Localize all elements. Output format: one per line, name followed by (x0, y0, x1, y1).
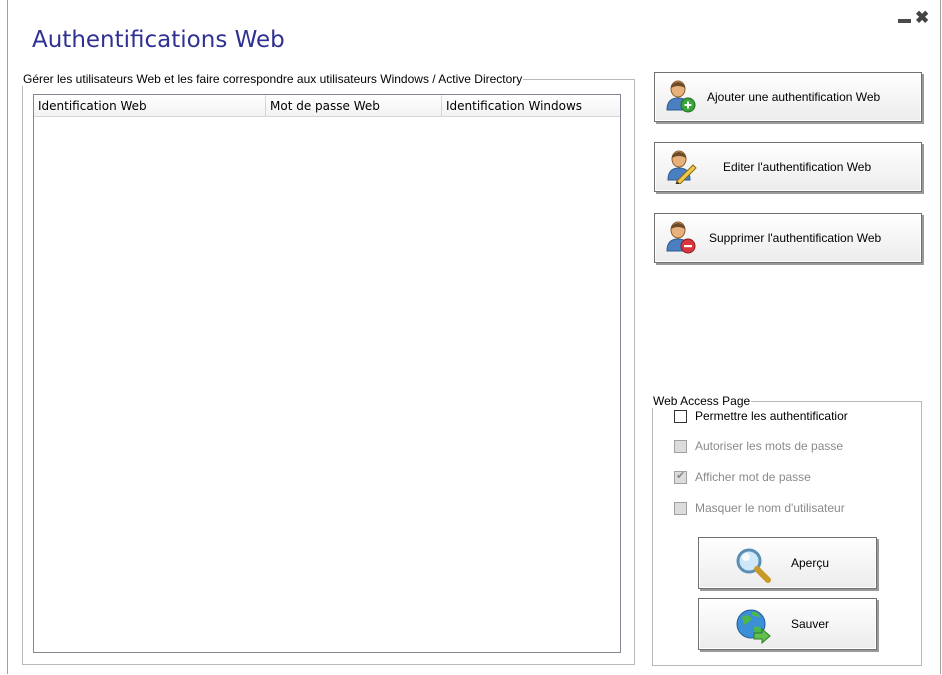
web-access-legend: Web Access Page (653, 394, 751, 408)
user-delete-icon (666, 221, 696, 254)
preview-button[interactable]: Aperçu (698, 537, 877, 589)
edit-authentication-label: Editer l'authentification Web (723, 160, 872, 174)
save-button[interactable]: Sauver (698, 598, 877, 650)
globe-arrow-icon (736, 609, 771, 645)
checkmark-icon: ✔ (676, 469, 686, 482)
checkbox-box[interactable]: ✔ (674, 469, 687, 484)
delete-authentication-button[interactable]: Supprimer l'authentification Web (654, 213, 922, 263)
allow-passwords-checkbox[interactable]: Autoriser les mots de passe (674, 439, 843, 453)
allow-passwords-label: Autoriser les mots de passe (695, 439, 844, 453)
allow-authentications-checkbox[interactable]: Permettre les authentificatior (674, 409, 848, 423)
users-group-legend: Gérer les utilisateurs Web et les faire … (23, 72, 523, 86)
user-add-icon (666, 80, 696, 113)
magnifier-icon (736, 548, 771, 583)
hide-username-label: Masquer le nom d'utilisateur (695, 501, 845, 515)
delete-authentication-label: Supprimer l'authentification Web (709, 231, 882, 245)
column-header-windows-id[interactable]: Identification Windows (442, 95, 620, 116)
edit-authentication-button[interactable]: Editer l'authentification Web (654, 142, 922, 192)
minimize-icon[interactable] (898, 10, 912, 24)
column-header-web-id[interactable]: Identification Web (34, 95, 266, 116)
user-edit-icon (667, 150, 697, 184)
dialog-title: Authentifications Web (32, 27, 285, 53)
close-icon[interactable]: ✖ (915, 8, 929, 28)
table-header: Identification Web Mot de passe Web Iden… (34, 95, 620, 117)
add-authentication-button[interactable]: Ajouter une authentification Web (654, 72, 922, 122)
column-header-web-password[interactable]: Mot de passe Web (266, 95, 442, 116)
show-password-checkbox[interactable]: ✔ Afficher mot de passe (674, 470, 811, 484)
add-authentication-label: Ajouter une authentification Web (707, 90, 881, 104)
authentications-table[interactable]: Identification Web Mot de passe Web Iden… (33, 94, 621, 653)
checkbox-box[interactable] (674, 501, 687, 515)
show-password-label: Afficher mot de passe (695, 470, 811, 484)
preview-label: Aperçu (791, 556, 830, 570)
hide-username-checkbox[interactable]: Masquer le nom d'utilisateur (674, 501, 845, 515)
checkbox-box[interactable] (674, 439, 687, 453)
checkbox-box[interactable] (674, 409, 687, 423)
save-label: Sauver (791, 617, 830, 631)
allow-authentications-label: Permettre les authentificatior (695, 409, 848, 423)
